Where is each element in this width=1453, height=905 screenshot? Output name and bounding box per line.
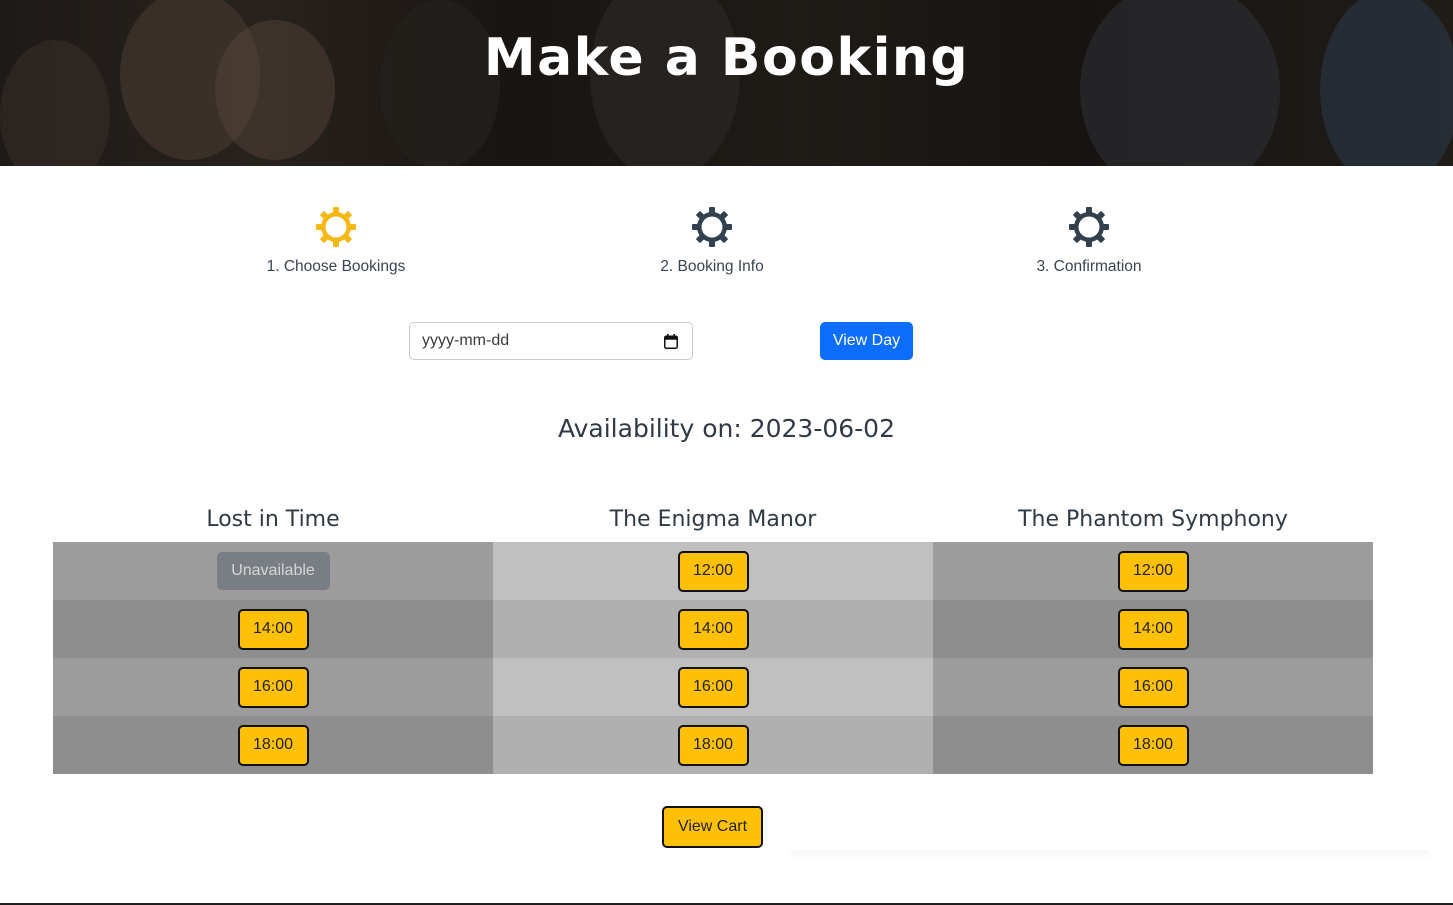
time-slot-button[interactable]: 16:00 [1117, 666, 1189, 708]
slot-list: 12:00 14:00 16:00 18:00 [933, 542, 1373, 774]
date-input[interactable]: yyyy-mm-dd [409, 322, 693, 360]
slot-cell: 18:00 [493, 716, 933, 774]
time-slot-button[interactable]: 18:00 [677, 724, 749, 766]
step-label: 2. Booking Info [660, 258, 764, 275]
unavailable-slot-button: Unavailable [216, 552, 330, 590]
time-slot-button[interactable]: 14:00 [677, 608, 749, 650]
room-column-enigma-manor: The Enigma Manor 12:00 14:00 16:00 18:00 [493, 502, 933, 774]
hero-banner: Make a Booking [0, 0, 1453, 166]
slot-cell: 16:00 [933, 658, 1373, 716]
time-slot-button[interactable]: 14:00 [237, 608, 309, 650]
slot-cell: 18:00 [53, 716, 493, 774]
slot-list: Unavailable 14:00 16:00 18:00 [53, 542, 493, 774]
slot-cell: 12:00 [493, 542, 933, 600]
gear-icon [692, 207, 732, 247]
room-column-lost-in-time: Lost in Time Unavailable 14:00 16:00 18:… [53, 502, 493, 774]
date-input-placeholder: yyyy-mm-dd [422, 332, 510, 349]
step-choose-bookings: 1. Choose Bookings [236, 206, 436, 276]
slot-cell: 14:00 [53, 600, 493, 658]
calendar-icon[interactable] [664, 334, 678, 349]
availability-heading: Availability on: 2023-06-02 [557, 414, 895, 443]
time-slot-button[interactable]: 18:00 [237, 724, 309, 766]
slot-list: 12:00 14:00 16:00 18:00 [493, 542, 933, 774]
room-title: The Phantom Symphony [1018, 507, 1288, 532]
step-label: 3. Confirmation [1036, 258, 1142, 275]
slot-cell: 14:00 [493, 600, 933, 658]
step-booking-info: 2. Booking Info [612, 206, 812, 276]
time-slot-button[interactable]: 12:00 [677, 550, 749, 592]
room-column-phantom-symphony: The Phantom Symphony 12:00 14:00 16:00 1… [933, 502, 1373, 774]
time-slot-button[interactable]: 16:00 [237, 666, 309, 708]
step-label: 1. Choose Bookings [266, 258, 406, 275]
slot-cell: 12:00 [933, 542, 1373, 600]
step-confirmation: 3. Confirmation [989, 206, 1189, 276]
view-day-button[interactable]: View Day [820, 322, 913, 360]
slot-cell: 18:00 [933, 716, 1373, 774]
view-cart-button[interactable]: View Cart [662, 806, 763, 848]
page-title: Make a Booking [483, 28, 970, 88]
room-title: Lost in Time [206, 507, 340, 532]
slot-cell: 16:00 [53, 658, 493, 716]
decorative-shadow [790, 850, 1430, 862]
time-slot-button[interactable]: 14:00 [1117, 608, 1189, 650]
slot-cell: Unavailable [53, 542, 493, 600]
room-title: The Enigma Manor [609, 507, 817, 532]
gear-icon [1069, 207, 1109, 247]
gear-icon [316, 207, 356, 247]
slot-cell: 14:00 [933, 600, 1373, 658]
time-slot-button[interactable]: 12:00 [1117, 550, 1189, 592]
time-slot-button[interactable]: 18:00 [1117, 724, 1189, 766]
time-slot-button[interactable]: 16:00 [677, 666, 749, 708]
slot-cell: 16:00 [493, 658, 933, 716]
